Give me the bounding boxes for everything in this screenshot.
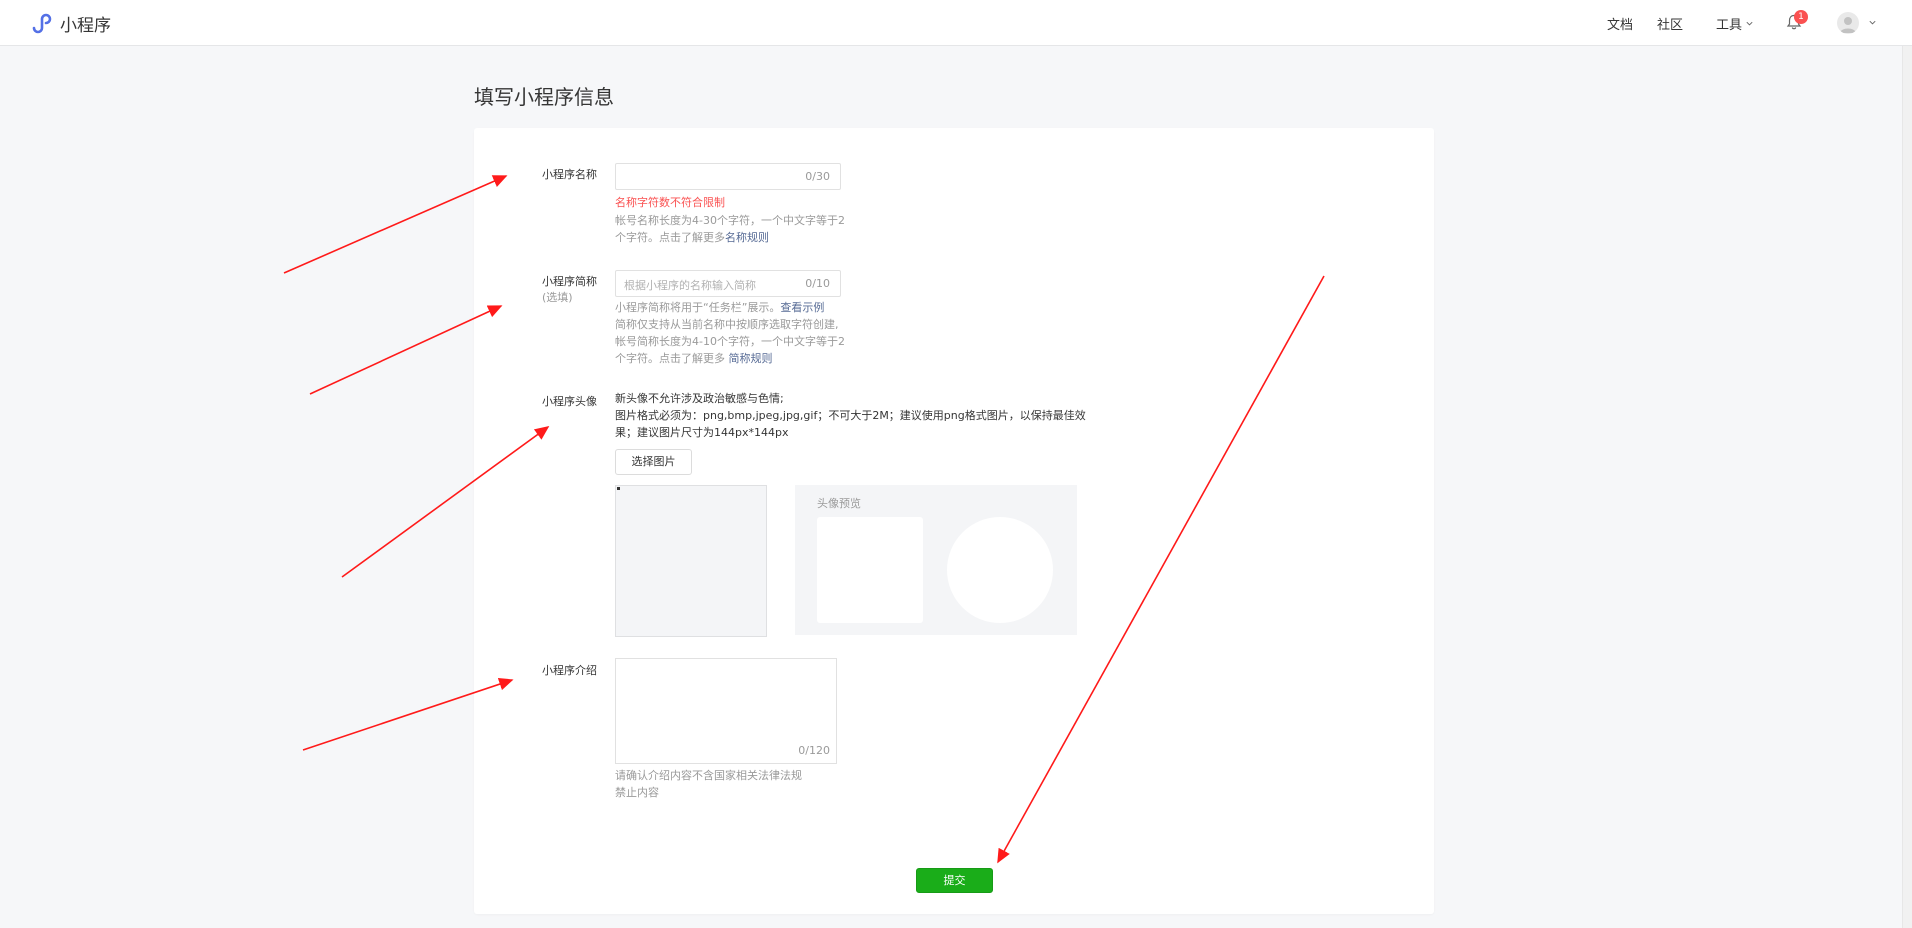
avatar-preview-circle [947, 517, 1053, 623]
short-name-hint-line: 小程序简称将用于“任务栏”展示。查看示例 [615, 299, 845, 316]
scrollbar[interactable] [1902, 46, 1912, 928]
name-label: 小程序名称 [542, 168, 597, 181]
form-card: 小程序名称 0/30 名称字符数不符合限制 帐号名称长度为4-30个字符，一个中… [474, 128, 1434, 914]
name-hint-line: 帐号名称长度为4-30个字符，一个中文字等于2 [615, 214, 845, 227]
avatar-desc-line: 新头像不允许涉及政治敏感与色情; [615, 392, 784, 405]
name-rules-link[interactable]: 名称规则 [725, 231, 769, 244]
nav-docs-link[interactable]: 文档 [1607, 14, 1633, 33]
short-name-hint-line: 简称仅支持从当前名称中按顺序选取字符创建, [615, 318, 839, 331]
logo-text: 小程序 [60, 15, 111, 36]
annotation-arrow [309, 305, 503, 395]
short-name-rules-link[interactable]: 简称规则 [729, 352, 773, 365]
intro-hint-line: 禁止内容 [615, 786, 659, 799]
intro-counter: 0/120 [798, 744, 830, 757]
short-name-input[interactable]: 根据小程序的名称输入简称 0/10 [615, 270, 841, 297]
chevron-down-icon[interactable] [1868, 18, 1877, 27]
name-hint: 帐号名称长度为4-30个字符，一个中文字等于2 个字符。点击了解更多名称规则 [615, 212, 845, 246]
name-error-text: 名称字符数不符合限制 [615, 196, 725, 209]
miniprogram-logo-icon [32, 13, 52, 34]
short-name-hint-text: 小程序简称将用于“任务栏”展示。 [615, 301, 781, 314]
notification-badge: 1 [1794, 10, 1808, 24]
select-image-button[interactable]: 选择图片 [615, 449, 692, 475]
intro-label: 小程序介绍 [542, 664, 597, 677]
nav-community-link[interactable]: 社区 [1657, 14, 1683, 33]
intro-textarea[interactable]: 0/120 [615, 658, 837, 764]
short-name-optional-text: (选填) [542, 291, 573, 304]
avatar-desc-line: 果；建议图片尺寸为144px*144px [615, 426, 789, 439]
avatar-preview-title: 头像预览 [817, 497, 861, 510]
intro-hint: 请确认介绍内容不含国家相关法律法规 禁止内容 [615, 767, 802, 801]
short-name-counter: 0/10 [805, 277, 830, 290]
chevron-down-icon [1746, 21, 1753, 26]
user-icon [1840, 17, 1856, 33]
short-name-hint: 小程序简称将用于“任务栏”展示。查看示例 简称仅支持从当前名称中按顺序选取字符创… [615, 299, 845, 367]
short-name-label: 小程序简称 (选填) [542, 274, 597, 306]
avatar-desc-line: 图片格式必须为：png,bmp,jpeg,jpg,gif；不可大于2M；建议使用… [615, 409, 1086, 422]
user-avatar[interactable] [1837, 12, 1859, 34]
short-name-hint-line: 帐号简称长度为4-10个字符，一个中文字等于2 [615, 335, 845, 348]
logo[interactable]: 小程序 [28, 10, 111, 36]
avatar-preview-square [817, 517, 923, 623]
nav-tools-label: 工具 [1716, 18, 1743, 33]
name-hint-text: 个字符。点击了解更多 [615, 231, 725, 244]
name-counter: 0/30 [805, 170, 830, 183]
view-example-link[interactable]: 查看示例 [780, 301, 824, 314]
short-name-hint-text: 个字符。点击了解更多 [615, 352, 729, 365]
avatar-preview-panel: 头像预览 [795, 485, 1077, 635]
page-title: 填写小程序信息 [474, 85, 614, 109]
crop-handle[interactable] [617, 487, 620, 490]
name-hint-line: 个字符。点击了解更多名称规则 [615, 229, 845, 246]
short-name-placeholder: 根据小程序的名称输入简称 [624, 279, 756, 292]
submit-button[interactable]: 提交 [916, 868, 993, 893]
annotation-arrow [283, 175, 508, 274]
avatar-description: 新头像不允许涉及政治敏感与色情; 图片格式必须为：png,bmp,jpeg,jp… [615, 390, 1086, 441]
nav-tools-menu[interactable]: 工具 [1716, 14, 1754, 33]
top-bar: 小程序 文档 社区 工具 1 [0, 0, 1912, 46]
short-name-label-text: 小程序简称 [542, 275, 597, 288]
avatar-label: 小程序头像 [542, 395, 597, 408]
name-input[interactable]: 0/30 [615, 163, 841, 190]
avatar-crop-area[interactable] [615, 485, 767, 637]
intro-hint-line: 请确认介绍内容不含国家相关法律法规 [615, 769, 802, 782]
short-name-hint-line: 个字符。点击了解更多 简称规则 [615, 350, 845, 367]
